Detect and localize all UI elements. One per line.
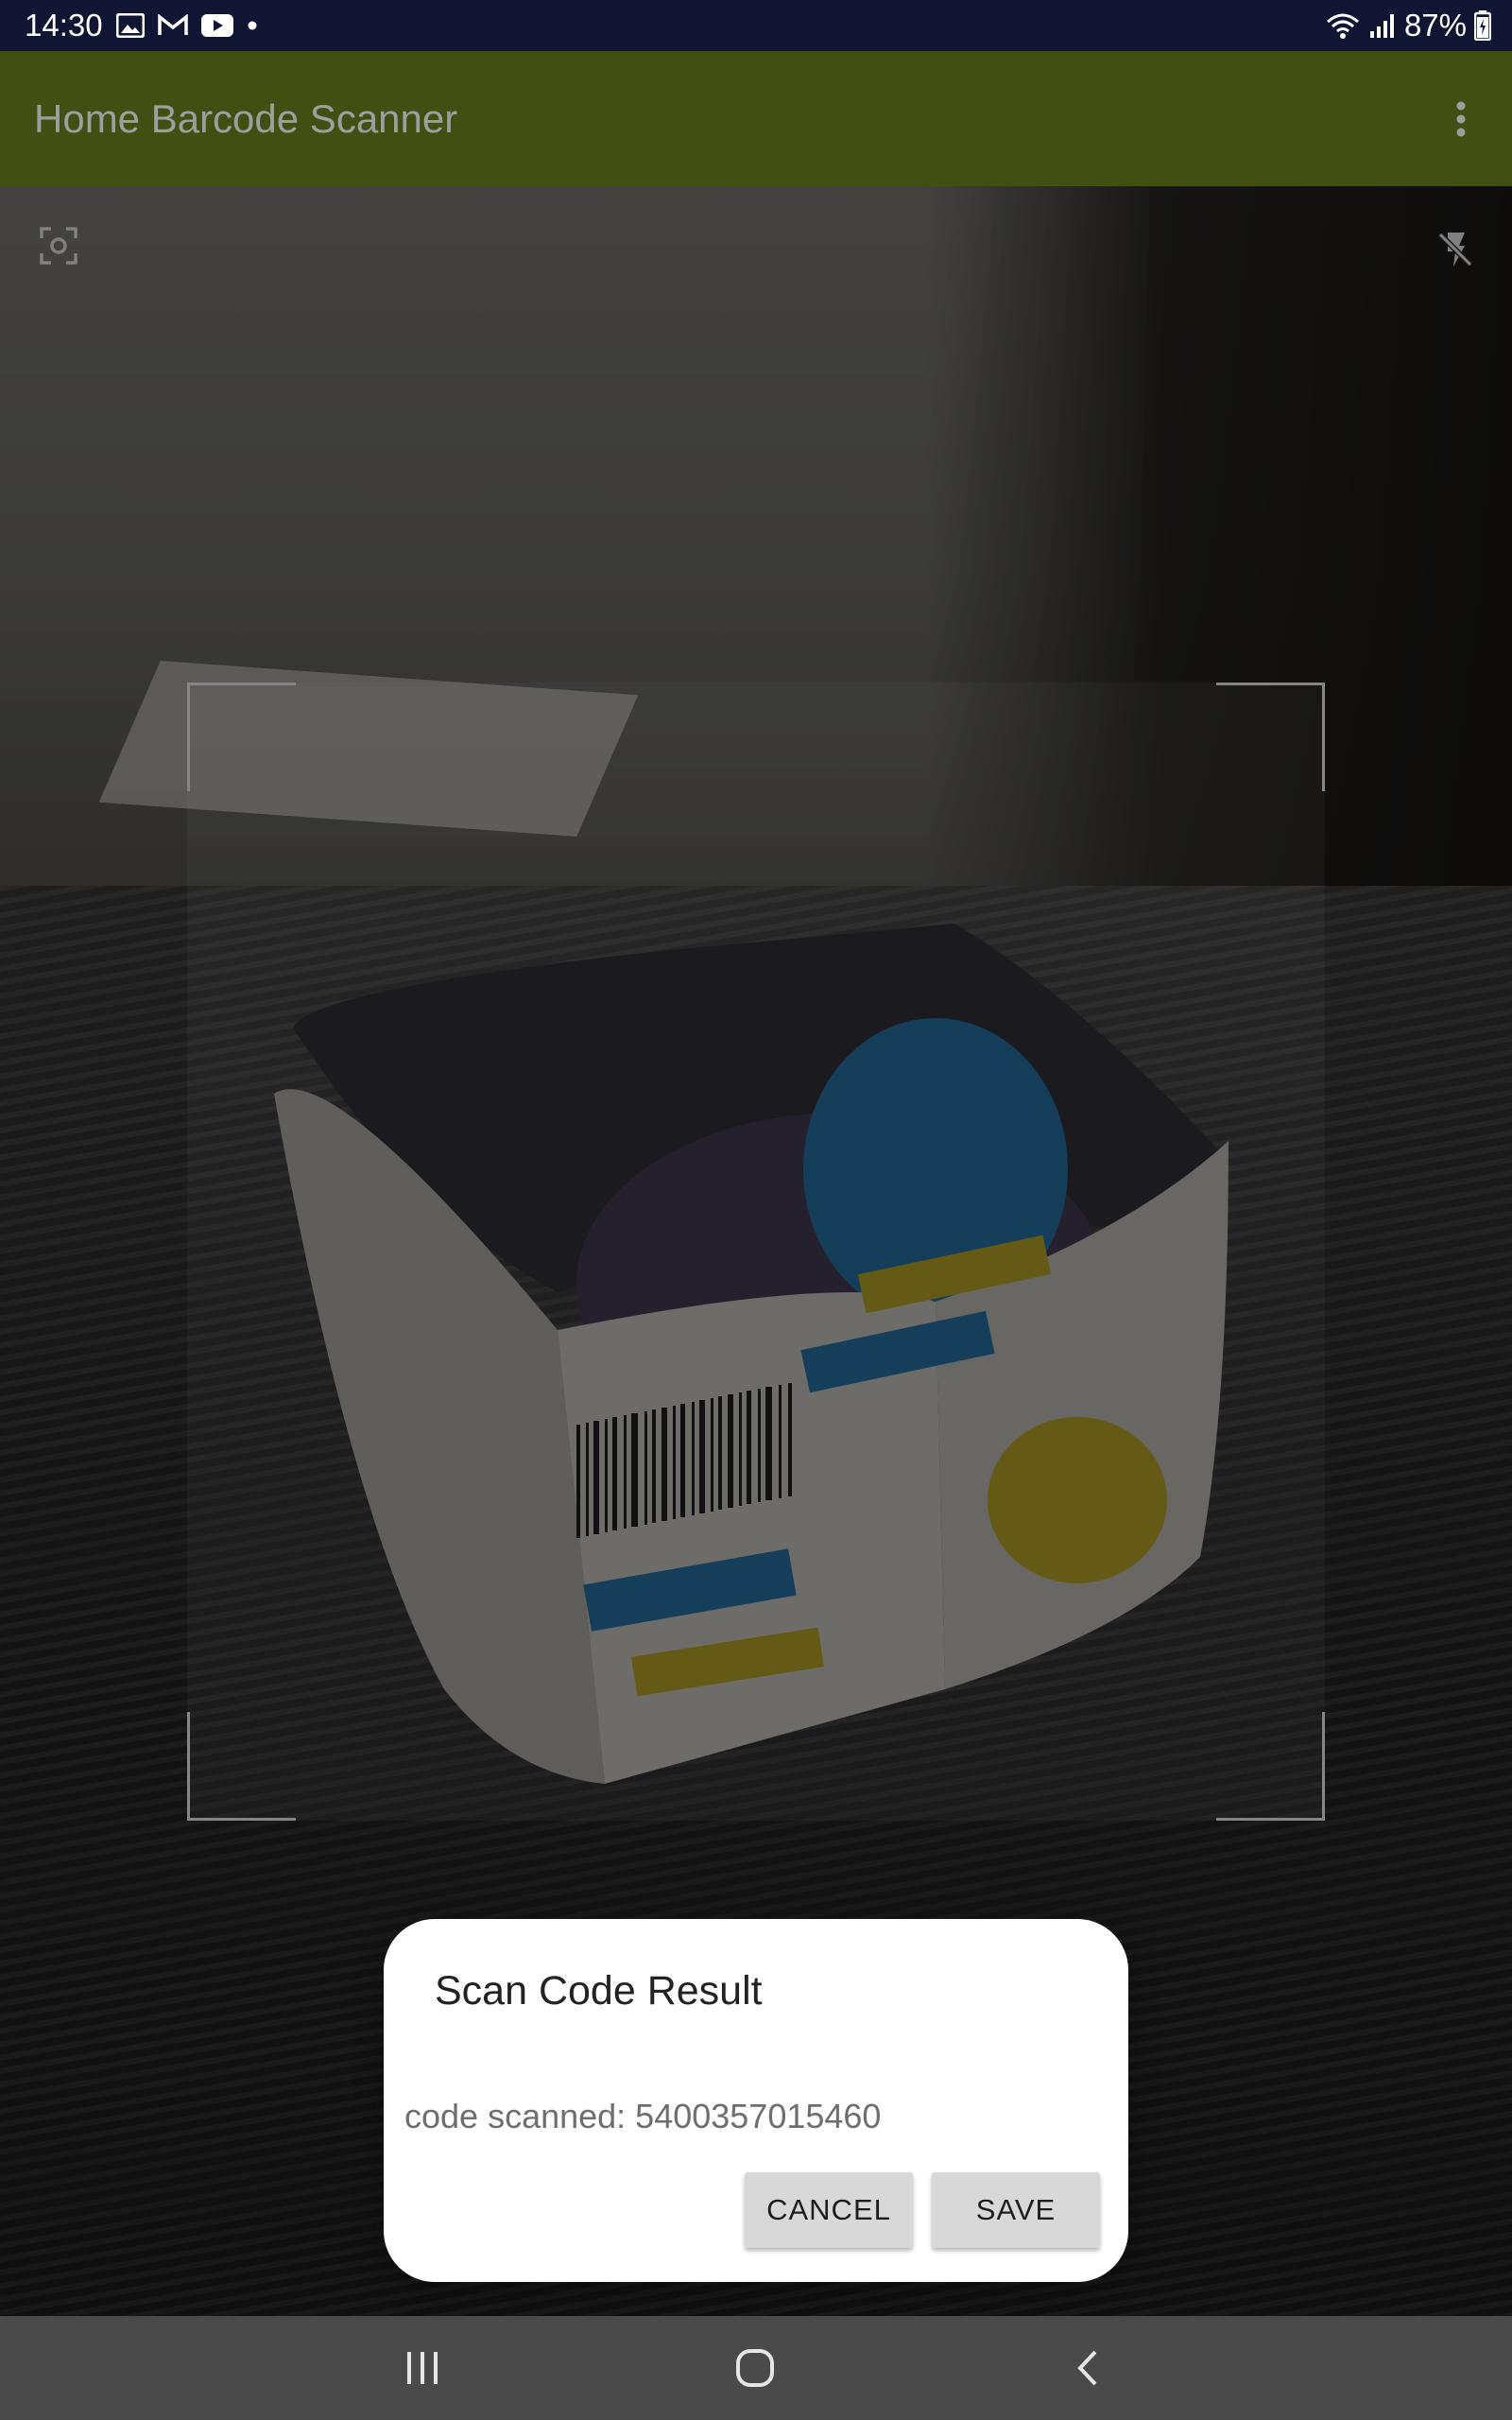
gmail-icon — [157, 14, 188, 37]
dialog-actions: CANCEL SAVE — [745, 2172, 1100, 2248]
save-button[interactable]: SAVE — [932, 2172, 1100, 2248]
battery-icon — [1474, 10, 1491, 41]
battery-percent: 87% — [1403, 8, 1467, 43]
scan-result-dialog: Scan Code Result code scanned: 540035701… — [384, 1919, 1128, 2282]
dialog-message: code scanned: 5400357015460 — [404, 2097, 882, 2135]
youtube-icon — [200, 14, 233, 37]
status-bar-left: 14:30 — [25, 0, 258, 51]
signal-icon — [1368, 12, 1397, 39]
dot-icon — [247, 20, 258, 31]
status-bar-right: 87% — [1325, 0, 1491, 51]
wifi-icon — [1325, 11, 1361, 40]
cancel-button[interactable]: CANCEL — [745, 2172, 913, 2248]
recents-icon[interactable] — [366, 2316, 479, 2420]
status-bar: 14:30 87% — [0, 0, 1512, 51]
status-time: 14:30 — [25, 8, 103, 43]
gallery-icon — [115, 13, 145, 38]
screen: 14:30 87% Home Barcode Scanner Scan Code… — [0, 0, 1512, 2420]
back-icon[interactable] — [1030, 2316, 1143, 2420]
dialog-title: Scan Code Result — [435, 1968, 763, 2014]
home-icon[interactable] — [698, 2316, 812, 2420]
navigation-bar — [0, 2316, 1512, 2420]
